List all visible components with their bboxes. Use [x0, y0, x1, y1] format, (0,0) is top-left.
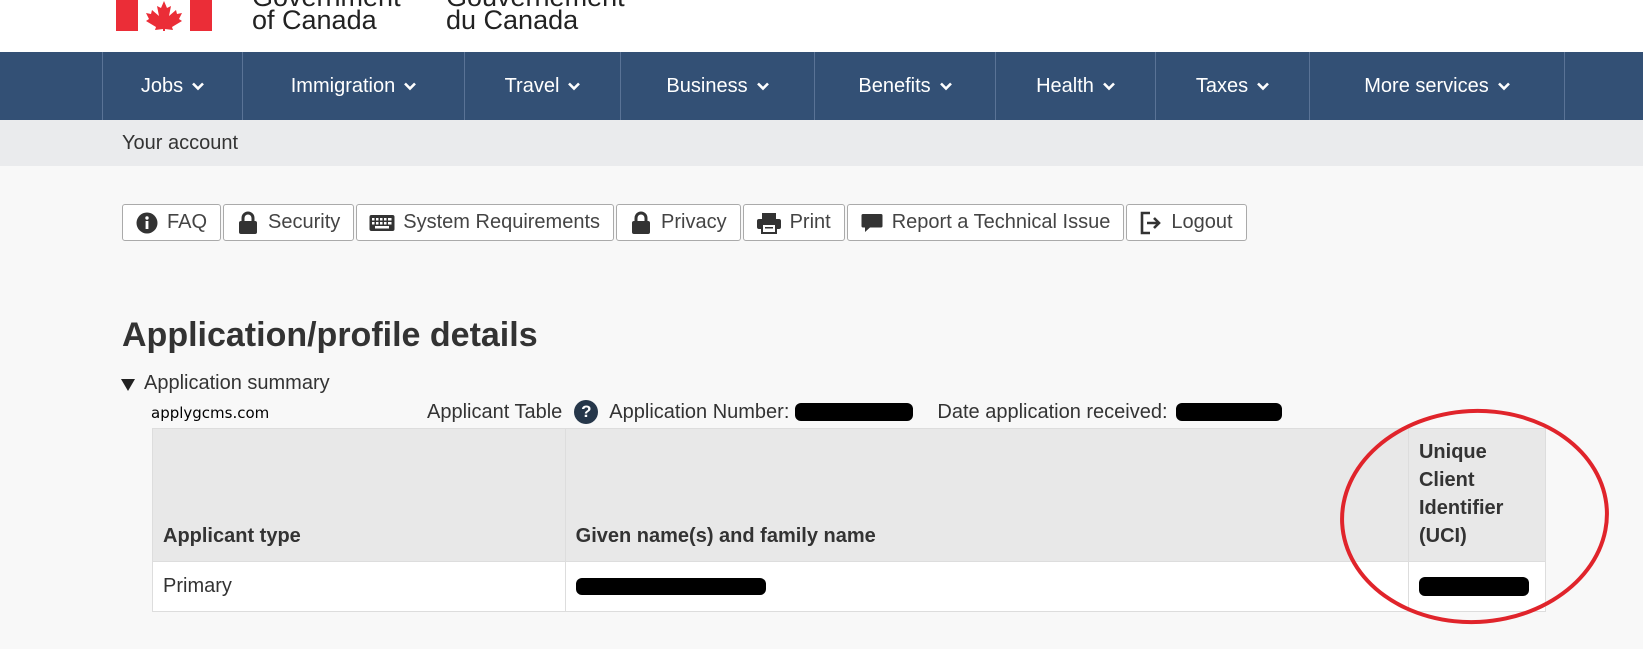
- nav-item-immigration[interactable]: Immigration: [242, 52, 464, 120]
- logout-label: Logout: [1171, 211, 1233, 233]
- lock-icon: [236, 211, 260, 235]
- chevron-down-icon: [1102, 82, 1115, 90]
- privacy-button[interactable]: Privacy: [616, 204, 741, 241]
- chevron-down-icon: [404, 82, 417, 90]
- chevron-down-icon: [939, 82, 952, 90]
- nav-item-travel[interactable]: Travel: [464, 52, 620, 120]
- chevron-down-icon: [1257, 82, 1270, 90]
- nav-item-label: Business: [666, 74, 748, 97]
- report-technical-issue-button[interactable]: Report a Technical Issue: [846, 204, 1125, 241]
- nav-item-business[interactable]: Business: [620, 52, 814, 120]
- nav-item-more-services[interactable]: More services: [1309, 52, 1564, 120]
- date-received-label: Date application received:: [937, 400, 1168, 423]
- nav-item-label: Benefits: [858, 74, 931, 97]
- info-icon: [135, 211, 159, 235]
- table-header-row: Applicant type Given name(s) and family …: [152, 428, 1547, 562]
- print-button[interactable]: Print: [742, 204, 845, 241]
- nav-item-jobs[interactable]: Jobs: [102, 52, 242, 120]
- nav-item-label: Immigration: [290, 74, 396, 97]
- nav-item-health[interactable]: Health: [995, 52, 1155, 120]
- lock-icon: [629, 211, 653, 235]
- account-toolbar: FAQ Security System Requirements Privacy…: [122, 204, 1249, 241]
- print-label: Print: [789, 211, 831, 233]
- applicant-table: Applicant type Given name(s) and family …: [152, 428, 1547, 612]
- breadcrumb: Your account: [0, 120, 1643, 166]
- application-summary-label: Application summary: [144, 372, 330, 394]
- logout-button[interactable]: Logout: [1126, 204, 1247, 241]
- main-nav: Jobs Immigration Travel Business Benefit…: [0, 52, 1643, 120]
- keyboard-icon: [369, 211, 395, 235]
- nav-item-label: Travel: [504, 74, 560, 97]
- redacted-date-received: [1175, 403, 1282, 421]
- breadcrumb-your-account[interactable]: Your account: [122, 132, 238, 155]
- application-summary-toggle[interactable]: Application summary: [121, 372, 330, 395]
- cell-applicant-type: Primary: [152, 561, 566, 612]
- signature-fr-line-2: du Canada: [446, 5, 579, 35]
- chevron-down-icon: [192, 82, 205, 90]
- cell-name: [564, 561, 1409, 612]
- chevron-down-icon: [568, 82, 581, 90]
- column-header-name: Given name(s) and family name: [564, 428, 1409, 562]
- applicant-table-label: Applicant Table: [427, 400, 563, 423]
- nav-item-benefits[interactable]: Benefits: [814, 52, 995, 120]
- triangle-down-icon: [121, 378, 135, 391]
- table-caption: Applicant Table ? Application Number: Da…: [427, 399, 1282, 430]
- uci-header-text: Unique Client Identifier (UCI): [1418, 441, 1504, 547]
- nav-item-label: More services: [1364, 74, 1489, 97]
- faq-button[interactable]: FAQ: [122, 204, 222, 241]
- redacted-uci: [1418, 577, 1529, 597]
- nav-divider: [1564, 52, 1565, 120]
- help-icon[interactable]: ?: [572, 400, 607, 430]
- watermark: applygcms.com: [151, 404, 270, 422]
- help-symbol: ?: [581, 402, 592, 421]
- canada-flag-icon: [116, 0, 212, 31]
- security-label: Security: [268, 211, 341, 233]
- site-header: Government of Canada Gouvernement du Can…: [0, 0, 1643, 52]
- table-row: Primary: [152, 561, 1547, 612]
- page-title: Application/profile details: [122, 316, 538, 354]
- printer-icon: [756, 211, 782, 235]
- nav-item-label: Jobs: [140, 74, 184, 97]
- cell-uci: [1407, 561, 1547, 612]
- faq-label: FAQ: [167, 211, 208, 233]
- system-requirements-label: System Requirements: [403, 211, 601, 233]
- signature-en-line-2: of Canada: [252, 5, 377, 35]
- column-header-uci: Unique Client Identifier (UCI): [1407, 428, 1547, 562]
- security-button[interactable]: Security: [223, 204, 355, 241]
- redacted-application-number: [795, 403, 914, 421]
- chevron-down-icon: [1497, 82, 1510, 90]
- redacted-name: [575, 578, 766, 596]
- chevron-down-icon: [756, 82, 769, 90]
- nav-item-taxes[interactable]: Taxes: [1155, 52, 1309, 120]
- application-number-label: Application Number:: [609, 400, 790, 423]
- nav-item-label: Health: [1036, 74, 1094, 97]
- logout-icon: [1139, 211, 1163, 235]
- system-requirements-button[interactable]: System Requirements: [356, 204, 615, 241]
- comment-icon: [860, 211, 884, 235]
- privacy-label: Privacy: [661, 211, 727, 233]
- nav-item-label: Taxes: [1195, 74, 1249, 97]
- report-technical-issue-label: Report a Technical Issue: [891, 211, 1111, 233]
- column-header-applicant-type: Applicant type: [152, 428, 566, 562]
